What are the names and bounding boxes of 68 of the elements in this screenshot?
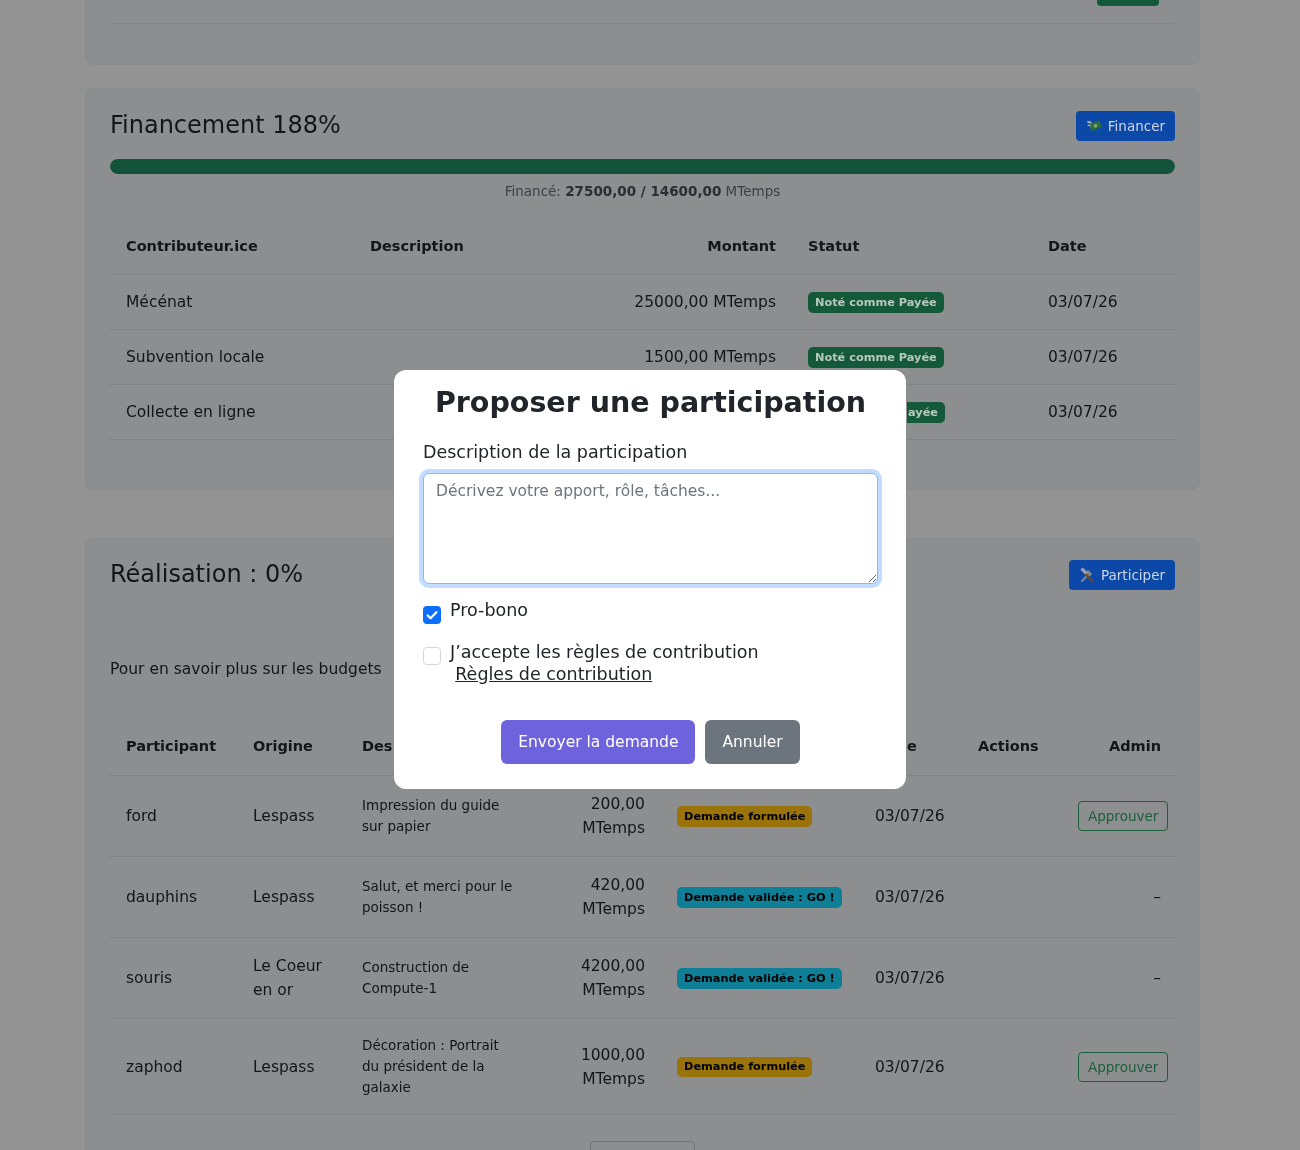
info-text: Pour en savoir plus sur les budgets: [110, 659, 382, 680]
section-title: Financement 188%: [110, 110, 341, 141]
cancel-button[interactable]: Annuler: [705, 719, 800, 764]
status-badge: ayée: [907, 402, 945, 423]
column-header: Actions: [977, 736, 1040, 756]
status-badge: Demande formulée: [677, 1056, 813, 1078]
checkbox[interactable]: [423, 605, 441, 624]
table-cell-text: 03/07/26: [874, 806, 946, 827]
table-cell-text: ford: [125, 806, 158, 827]
column-header: Participant: [125, 736, 218, 756]
status-badge: Demande validée : GO !: [677, 968, 842, 989]
column-header: Contributeur.ice: [125, 237, 259, 256]
column-header: Origine: [252, 736, 314, 756]
participate-button[interactable]: Participer: [1069, 559, 1175, 590]
table-cell-text: Lespass: [252, 887, 316, 908]
table-cell-text: 03/07/26: [874, 1056, 946, 1078]
approve-button[interactable]: Approuver: [1078, 801, 1169, 831]
table-cell-text: 1000,00 MTemps: [579, 1044, 646, 1090]
table-cell-text: Le Coeur en or: [252, 956, 323, 1001]
action-button[interactable]: [1097, 0, 1159, 6]
table-cell-text: 03/07/26: [874, 887, 946, 908]
fund-button[interactable]: Financer: [1075, 110, 1175, 141]
table-cell-text: Impression du guide sur papier: [361, 796, 501, 836]
table-cell-text: souris: [125, 968, 174, 989]
table-cell-text: Lespass: [252, 1056, 316, 1078]
section-title: Réalisation : 0%: [110, 559, 303, 590]
column-header: Description: [369, 237, 465, 256]
table-cell-text: 03/07/26: [1047, 347, 1119, 368]
table-cell-text: 1500,00 MTemps: [643, 347, 777, 368]
table-cell-text: zaphod: [125, 1056, 184, 1078]
table-cell-text: Salut, et merci pour le poisson !: [361, 877, 514, 917]
checkbox-label: Pro-bono: [450, 599, 528, 621]
table-cell-text: 03/07/26: [874, 968, 946, 989]
table-cell-text: Lespass: [252, 806, 316, 827]
description-field[interactable]: Décrivez votre apport, rôle, tâches...: [423, 473, 878, 584]
checkbox[interactable]: [423, 647, 441, 665]
column-header: Statut: [807, 237, 861, 256]
status-badge: Noté comme Payée: [808, 347, 944, 368]
approve-button[interactable]: Approuver: [1078, 1051, 1169, 1082]
table-cell-text: Construction de Compute-1: [361, 958, 471, 998]
table-cell-text: dauphins: [125, 887, 199, 908]
status-badge: Noté comme Payée: [808, 292, 944, 313]
banknote-icon: [1085, 118, 1102, 133]
table-cell-text: 4200,00 MTemps: [579, 956, 646, 1001]
column-header: Admin: [1108, 736, 1162, 756]
status-badge: Demande validée : GO !: [677, 887, 842, 908]
table-cell: –: [1153, 969, 1161, 987]
field-label: Description de la participation: [423, 441, 689, 464]
table-cell-text: Mécénat: [125, 292, 194, 313]
column-header: Montant: [706, 237, 777, 256]
tools-icon: [1079, 566, 1095, 583]
dialog-title: Proposer une participation: [433, 385, 868, 421]
table-cell-text: Collecte en ligne: [125, 402, 257, 423]
table-cell-text: Subvention locale: [125, 347, 266, 368]
funding-summary: Financé: 27500,00 / 14600,00 MTemps: [503, 182, 782, 201]
table-cell: –: [1153, 888, 1161, 906]
table-cell-text: 03/07/26: [1047, 292, 1119, 313]
table-cell-text: 03/07/26: [1047, 402, 1119, 423]
checkbox-label: J’accepte les règles de contribution Règles de contribution: [450, 640, 760, 685]
table-cell-text: 420,00 MTemps: [581, 875, 646, 920]
table-cell-text: 200,00 MTemps: [581, 794, 646, 839]
status-badge: Demande formulée: [677, 806, 813, 827]
column-header: e: [907, 736, 918, 756]
table-cell-text: Décoration : Portrait du président de la galaxie: [361, 1036, 500, 1097]
column-header: Date: [1047, 237, 1088, 256]
table-cell-text: 25000,00 MTemps: [633, 292, 777, 313]
submit-button[interactable]: Envoyer la demande: [501, 719, 696, 764]
rules-link[interactable]: Règles de contribution: [455, 663, 653, 684]
